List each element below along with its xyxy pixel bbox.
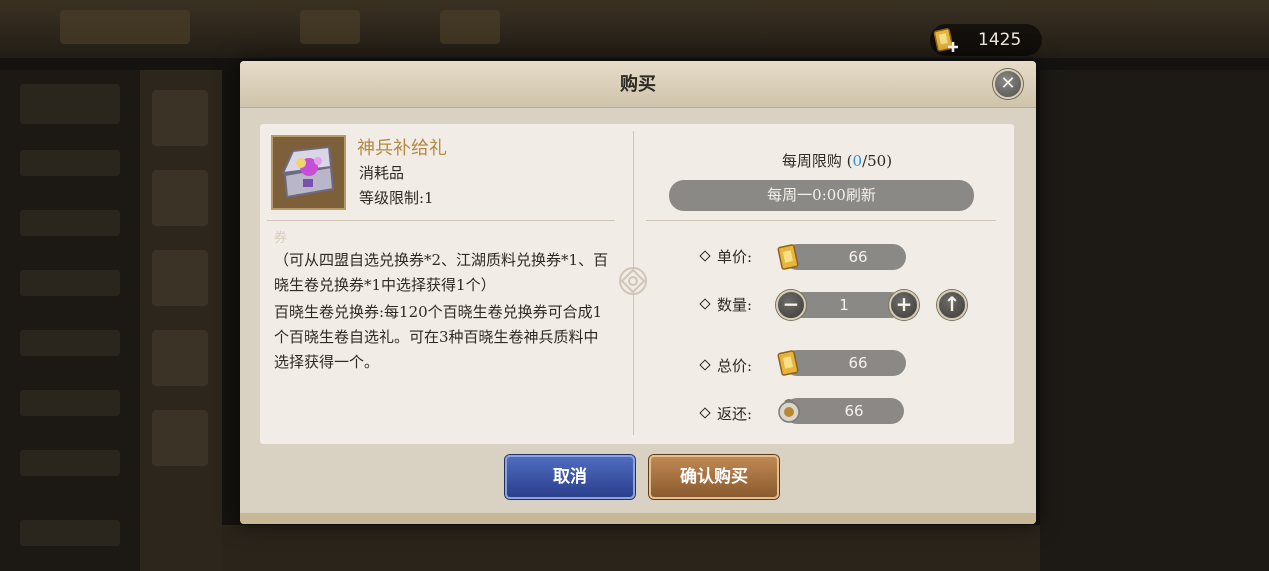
total-price-pill: 66 [784,350,906,376]
rebate-pill: 66 [784,398,904,424]
confirm-purchase-button[interactable]: 确认购买 [649,455,779,499]
weekly-limit-prefix: 每周限购 ( [781,152,853,170]
item-icon-treasure-chest [271,135,346,210]
max-quantity-button[interactable]: ↑ [937,290,967,320]
background-tab [60,10,190,44]
close-button[interactable]: ✕ [993,69,1023,99]
total-price-value: 66 [848,354,868,372]
refresh-time-banner: 每周一0:00刷新 [669,180,974,211]
unit-price-label: 单价: [699,246,753,267]
unit-price-pill: 66 [784,244,906,270]
background-row [20,520,120,546]
background-tab [300,10,360,44]
total-price-label-text: 总价: [717,357,753,375]
increase-quantity-button[interactable]: + [889,290,919,320]
faded-scroll-text: 券 [274,231,288,246]
background-row [20,210,120,236]
close-icon: ✕ [1000,73,1016,94]
treasure-chest-icon [273,137,344,208]
background-row [20,84,120,124]
dialog-title: 购买 [620,74,656,95]
background-cell [152,90,208,146]
background-tab [440,10,500,44]
background-item-column [140,70,222,571]
background-bottom-strip [222,525,1040,571]
weekly-limit-suffix: /50) [862,152,893,170]
diamond-bullet-icon [699,298,711,310]
total-price-label: 总价: [699,355,753,376]
background-cell [152,410,208,466]
quantity-label: 数量: [699,294,753,315]
purchase-dialog: 购买 ✕ 神兵补给礼 消耗品 等级限制:1 券 （可从四盟自选兑换券*2、江湖质… [240,61,1036,524]
plus-icon: + [895,292,913,316]
rebate-label-text: 返还: [717,405,753,423]
diamond-bullet-icon [699,250,711,262]
unit-price-value: 66 [848,248,868,266]
background-left-panel [0,70,140,571]
background-cell [152,330,208,386]
item-level-limit: 等级限制:1 [359,189,434,207]
cancel-button[interactable]: 取消 [505,455,635,499]
divider [267,220,615,221]
currency-amount: 1425 [978,30,1022,50]
dialog-header: 购买 ✕ [240,61,1036,108]
coin-pouch-icon [778,399,800,423]
minus-icon: − [782,292,800,316]
dialog-footer-bar [240,513,1036,524]
background-row [20,450,120,476]
background-row [20,270,120,296]
weekly-limit: 每周限购 (0/50) [646,150,1028,171]
diamond-bullet-icon [699,359,711,371]
gold-ticket-icon [777,244,799,270]
decrease-quantity-button[interactable]: − [776,290,806,320]
rebate-label: 返还: [699,403,753,424]
ornament-icon [619,267,647,295]
background-row [20,390,120,416]
weekly-limit-current: 0 [852,152,863,170]
rebate-value: 66 [844,402,864,420]
item-description: （可从四盟自选兑换券*2、江湖质料兑换券*1、百晓生卷兑换券*1中选择获得1个）… [274,248,610,375]
quantity-label-text: 数量: [717,296,753,314]
background-cell [152,250,208,306]
description-paragraph: （可从四盟自选兑换券*2、江湖质料兑换券*1、百晓生卷兑换券*1中选择获得1个） [274,251,609,294]
background-right-panel [1040,70,1269,571]
unit-price-label-text: 单价: [717,248,753,266]
background-top-bar [0,0,1269,58]
diamond-bullet-icon [699,407,711,419]
background-row [20,330,120,356]
max-arrow-icon: ↑ [943,292,961,316]
item-type: 消耗品 [359,164,405,182]
gold-ticket-icon [777,350,799,376]
background-row [20,150,120,176]
description-paragraph: 百晓生卷兑换券:每120个百晓生卷兑换券可合成1个百晓生卷自选礼。可在3种百晓生… [274,303,603,371]
currency-badge[interactable]: 1425 [930,24,1042,56]
gold-ticket-plus-icon [933,28,958,52]
item-name: 神兵补给礼 [357,138,447,159]
divider [646,220,996,221]
background-cell [152,170,208,226]
